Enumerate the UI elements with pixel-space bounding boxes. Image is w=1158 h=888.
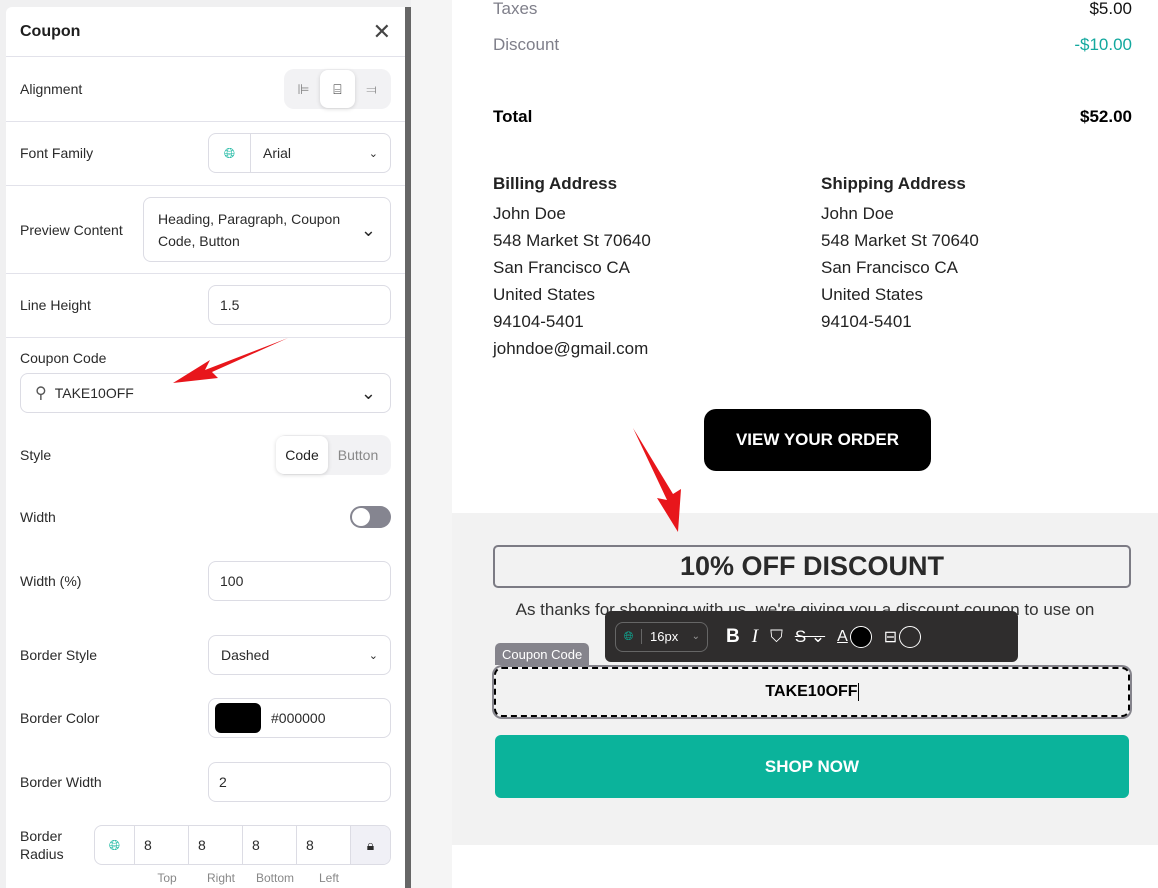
coupon-code-value: TAKE10OFF: [54, 385, 134, 401]
align-left-icon[interactable]: ⊫: [287, 70, 320, 108]
taxes-label: Taxes: [493, 0, 538, 18]
border-radius-input-group: 🌐︎ 8 8 8 8 🔒︎: [94, 825, 391, 865]
radius-bottom-input[interactable]: 8: [243, 826, 297, 864]
text-color-swatch[interactable]: [849, 625, 872, 648]
font-family-label: Font Family: [20, 145, 94, 161]
address-line: John Doe: [821, 204, 894, 223]
billing-address: Billing Address John Doe 548 Market St 706…: [493, 174, 651, 362]
align-center-icon[interactable]: ⌸: [320, 70, 355, 108]
alignment-group: ⊫ ⌸ ⫤: [284, 69, 391, 109]
italic-icon[interactable]: I: [752, 626, 758, 648]
background-color-icon[interactable]: ⊟: [884, 627, 897, 647]
address-line: John Doe: [493, 204, 566, 223]
total-value: $52.00: [1080, 107, 1132, 126]
coupon-code-text: TAKE10OFF: [765, 683, 858, 700]
text-color-icon[interactable]: A: [837, 628, 848, 646]
globe-icon[interactable]: 🌐︎: [209, 134, 251, 172]
address-line: United States: [821, 285, 924, 304]
address-line: johndoe@gmail.com: [493, 339, 649, 358]
address-line: 548 Market St 70640: [493, 231, 651, 250]
coupon-section: 10% OFF DISCOUNT As thanks for shopping …: [452, 513, 1158, 845]
line-height-value: 1.5: [220, 297, 240, 313]
border-color-input[interactable]: #000000: [208, 698, 391, 738]
font-family-select[interactable]: 🌐︎ Arial ⌄: [208, 133, 391, 173]
address-line: 94104-5401: [821, 312, 912, 331]
strikethrough-icon[interactable]: S ⌄: [795, 627, 825, 647]
alignment-label: Alignment: [20, 81, 83, 97]
width-percent-label: Width (%): [20, 573, 82, 589]
border-style-label: Border Style: [20, 647, 98, 663]
chevron-down-icon: ⌄: [360, 382, 376, 403]
coupon-code-select[interactable]: ⚲ TAKE10OFF ⌄: [20, 373, 391, 413]
lock-icon[interactable]: 🔒︎: [351, 826, 390, 864]
font-size-select[interactable]: 🌐︎ 16px ⌄: [615, 621, 708, 652]
coupon-code-box[interactable]: TAKE10OFF: [494, 667, 1130, 717]
border-radius-label: Border Radius: [20, 828, 64, 862]
coupon-code-label: Coupon Code: [20, 350, 107, 366]
radius-left-input[interactable]: 8: [297, 826, 351, 864]
style-label: Style: [20, 447, 52, 463]
chevron-down-icon: ⌄: [368, 649, 378, 662]
side-bottom-label: Bottom: [255, 871, 294, 885]
width-percent-value: 100: [220, 573, 244, 589]
highlight-icon[interactable]: ⛉: [770, 627, 783, 647]
side-right-label: Right: [206, 871, 235, 885]
taxes-value: $5.00: [1089, 0, 1132, 18]
preview-content-value: Heading, Paragraph, Coupon Code, Button: [158, 210, 341, 249]
address-line: 94104-5401: [493, 312, 584, 331]
border-width-value: 2: [219, 774, 227, 790]
globe-icon: 🌐︎: [616, 629, 642, 644]
border-color-label: Border Color: [20, 710, 100, 726]
width-label: Width: [20, 509, 56, 525]
address-line: United States: [493, 285, 596, 304]
width-toggle[interactable]: [350, 506, 391, 528]
style-button-option[interactable]: Button: [328, 436, 388, 474]
border-style-value: Dashed: [221, 647, 270, 663]
chevron-down-icon: ⌄: [360, 219, 376, 240]
shipping-address: Shipping Address John Doe 548 Market St 70…: [821, 174, 979, 335]
width-percent-input[interactable]: 100: [208, 561, 391, 601]
globe-icon[interactable]: 🌐︎: [95, 826, 135, 864]
address-line: San Francisco CA: [493, 258, 630, 277]
chevron-down-icon: ⌄: [368, 147, 378, 160]
border-width-label: Border Width: [20, 774, 102, 790]
coupon-code-tag: Coupon Code: [495, 643, 590, 665]
border-style-select[interactable]: Dashed ⌄: [208, 635, 391, 675]
discount-value: -$10.00: [1074, 35, 1132, 54]
radius-right-input[interactable]: 8: [189, 826, 243, 864]
view-order-button[interactable]: VIEW YOUR ORDER: [704, 409, 931, 471]
coupon-settings-panel: Coupon ✕ Alignment ⊫ ⌸ ⫤ Font Family 🌐︎ A…: [6, 7, 405, 888]
coupon-heading[interactable]: 10% OFF DISCOUNT: [493, 545, 1131, 588]
text-format-toolbar: 🌐︎ 16px ⌄ B I ⛉ S ⌄ A ⊟: [605, 611, 1018, 662]
line-height-input[interactable]: 1.5: [208, 285, 391, 325]
preview-content-select[interactable]: Heading, Paragraph, Coupon Code, Button …: [143, 197, 391, 262]
total-label: Total: [493, 107, 533, 126]
address-line: 548 Market St 70640: [821, 231, 979, 250]
border-width-input[interactable]: 2: [208, 762, 391, 802]
line-height-label: Line Height: [20, 297, 91, 313]
panel-title: Coupon: [20, 22, 81, 40]
email-preview: Taxes $5.00 Discount -$10.00 Total $52.00 B…: [452, 0, 1158, 888]
bold-icon[interactable]: B: [726, 626, 740, 648]
side-top-label: Top: [157, 871, 177, 885]
color-swatch[interactable]: [215, 703, 261, 733]
preview-content-label: Preview Content: [20, 221, 123, 238]
style-code-option[interactable]: Code: [276, 436, 328, 474]
search-icon: ⚲: [35, 385, 47, 402]
discount-label: Discount: [493, 35, 560, 54]
shop-now-button[interactable]: SHOP NOW: [495, 735, 1129, 798]
radius-top-input[interactable]: 8: [135, 826, 189, 864]
font-family-value: Arial: [263, 145, 292, 161]
close-icon[interactable]: ✕: [373, 19, 391, 45]
address-line: San Francisco CA: [821, 258, 958, 277]
border-color-value: #000000: [271, 710, 326, 726]
side-left-label: Left: [318, 871, 339, 885]
chevron-down-icon: ⌄: [691, 631, 700, 642]
align-right-icon[interactable]: ⫤: [355, 70, 388, 108]
background-color-swatch[interactable]: [899, 625, 922, 648]
